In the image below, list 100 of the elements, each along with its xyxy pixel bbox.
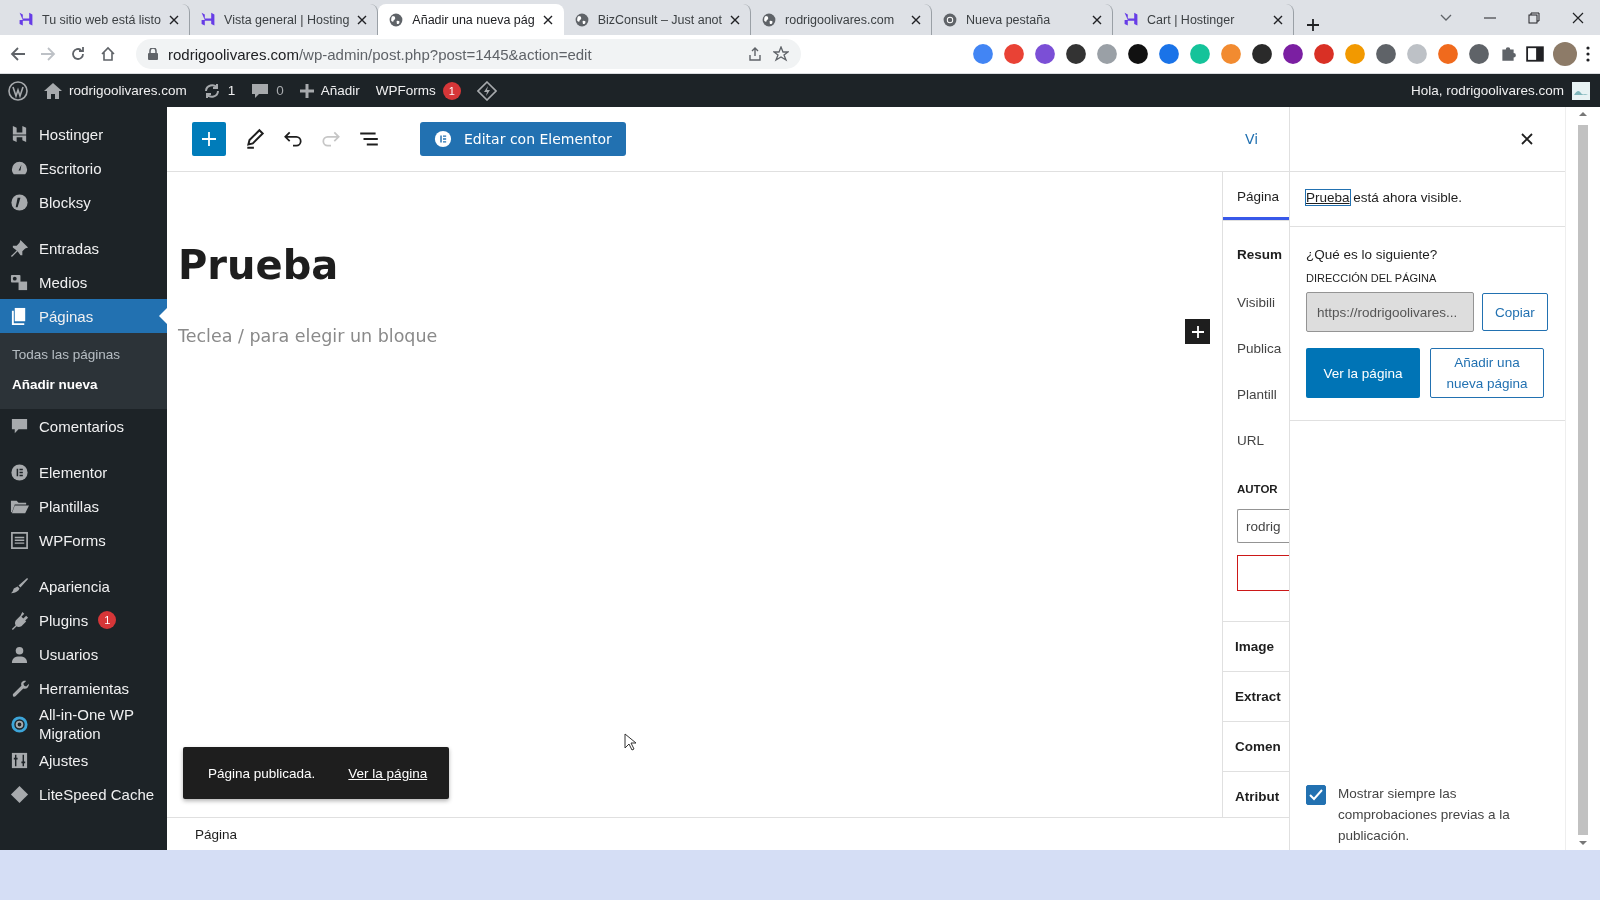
sidebar-item[interactable]: Entradas — [0, 231, 167, 265]
new-content-link[interactable]: Añadir — [320, 83, 360, 98]
add-block-button[interactable] — [1185, 319, 1210, 344]
extension-icon[interactable] — [1282, 43, 1304, 65]
view-page-button[interactable]: Ver la página — [1306, 348, 1420, 398]
diamond-icon — [10, 784, 29, 804]
close-icon[interactable] — [1572, 11, 1584, 24]
avatar-icon[interactable] — [1572, 81, 1590, 100]
copy-button[interactable]: Copiar — [1482, 293, 1548, 331]
close-icon[interactable] — [1092, 14, 1103, 25]
view-page-link[interactable]: Ver la página — [348, 765, 428, 781]
sidebar-item[interactable]: Herramientas — [0, 671, 167, 705]
menu-label: Elementor — [39, 462, 108, 482]
author-field[interactable]: rodrig — [1237, 509, 1289, 543]
diamond-icon[interactable] — [476, 80, 497, 101]
close-icon[interactable] — [911, 14, 922, 25]
menu-label: Hostinger — [39, 124, 104, 144]
submenu-item[interactable]: Todas las páginas — [0, 339, 167, 369]
sidebar-item[interactable]: Hostinger — [0, 117, 167, 151]
profile-avatar-icon[interactable] — [1553, 42, 1577, 66]
refresh-icon[interactable] — [202, 81, 221, 100]
sidebar-item[interactable]: Elementor — [0, 455, 167, 489]
chrome-logo-icon — [942, 11, 959, 28]
new-tab-icon[interactable] — [1306, 18, 1321, 32]
checkbox[interactable] — [1306, 785, 1326, 805]
page-title-link[interactable]: Prueba — [1306, 190, 1350, 205]
sidebar-item[interactable]: All-in-One WP Migration — [0, 705, 167, 743]
more-menu-icon[interactable] — [1586, 46, 1590, 62]
home-icon[interactable] — [44, 82, 62, 99]
address-field[interactable]: https://rodrigoolivares... — [1306, 292, 1474, 332]
close-icon[interactable] — [357, 14, 368, 25]
sidebar-item[interactable]: Apariencia — [0, 569, 167, 603]
sidebar-item[interactable]: Ajustes — [0, 743, 167, 777]
lock-icon — [148, 48, 158, 60]
sidebar-item[interactable]: LiteSpeed Cache — [0, 777, 167, 811]
close-icon — [1521, 133, 1533, 145]
sidebar-item[interactable]: Plantillas — [0, 489, 167, 523]
extension-icon[interactable] — [1468, 43, 1490, 65]
menu-label: Plantillas — [39, 496, 100, 516]
menu-label: Escritorio — [39, 158, 102, 178]
elementor-button[interactable]: Editar con Elementor — [420, 122, 626, 156]
sidebar-item[interactable]: Escritorio — [0, 151, 167, 185]
error-field[interactable] — [1237, 555, 1289, 591]
extension-icon[interactable] — [1065, 43, 1087, 65]
close-icon[interactable] — [169, 14, 180, 25]
star-icon[interactable] — [773, 46, 789, 62]
sidebar-item[interactable]: Blocksy — [0, 185, 167, 219]
circle-logo-icon — [10, 192, 29, 212]
plus-icon[interactable] — [299, 83, 314, 98]
comments-count[interactable]: 0 — [276, 83, 284, 98]
panel-toggle[interactable]: Comen — [1223, 722, 1289, 772]
block-placeholder[interactable]: Teclea / para elegir un bloque — [178, 326, 1222, 346]
checkmark-icon — [1309, 789, 1323, 801]
settings-tab[interactable]: Página — [1223, 172, 1289, 221]
panel-toggle[interactable]: Image — [1223, 621, 1289, 672]
minimize-icon[interactable] — [1484, 16, 1496, 19]
extension-icon[interactable] — [1375, 43, 1397, 65]
panel-heading[interactable]: Resum — [1223, 221, 1289, 269]
sidebar-item[interactable]: WPForms — [0, 523, 167, 557]
notification-badge: 1 — [442, 81, 461, 100]
extension-icon[interactable] — [1127, 43, 1149, 65]
close-icon[interactable] — [1273, 14, 1284, 25]
extension-icon[interactable] — [1251, 43, 1273, 65]
browser-tab[interactable]: Añadir una nueva pág — [378, 4, 564, 35]
wordpress-logo-icon[interactable] — [8, 80, 28, 101]
menu-label: LiteSpeed Cache — [39, 784, 155, 804]
page-title[interactable]: Prueba — [178, 242, 1222, 288]
sidebar-item[interactable]: Medios — [0, 265, 167, 299]
reload-icon[interactable] — [70, 46, 86, 62]
elementor-logo-icon — [434, 130, 452, 148]
snackbar-message: Página publicada. — [208, 765, 316, 781]
wpforms-link[interactable]: WPForms — [375, 83, 436, 98]
checkbox-label: Mostrar siempre las comprobaciones previas a la publicación. — [1338, 785, 1511, 845]
home-icon[interactable] — [100, 46, 116, 62]
speech-bubble-icon[interactable] — [251, 81, 270, 100]
share-icon[interactable] — [747, 46, 763, 62]
address-bar[interactable]: rodrigoolivares.com/wp-admin/post.php?post=1445&action=edit — [136, 39, 801, 69]
restore-icon[interactable] — [1528, 11, 1540, 24]
add-new-page-button[interactable]: Añadir una nueva página — [1430, 348, 1544, 398]
view-link[interactable]: Vi — [1231, 131, 1289, 147]
sidebar-item[interactable]: Plugins 1 — [0, 603, 167, 637]
panel-toggle[interactable]: Atribut — [1223, 772, 1289, 817]
submenu-item[interactable]: Añadir nueva — [0, 369, 167, 399]
back-arrow-icon[interactable] — [10, 46, 26, 62]
updates-count[interactable]: 1 — [227, 83, 236, 98]
greeting-link[interactable]: Hola, rodrigoolivares.com — [1410, 83, 1564, 98]
side-panel-icon[interactable] — [1526, 45, 1544, 63]
sidebar-item[interactable]: Usuarios — [0, 637, 167, 671]
setting-label: Publica — [1236, 340, 1283, 358]
sidebar-item[interactable]: Comentarios — [0, 409, 167, 443]
close-icon[interactable] — [730, 14, 741, 25]
media-icon — [10, 272, 29, 292]
site-name-link[interactable]: rodrigoolivares.com — [69, 83, 187, 98]
panel-toggle[interactable]: Extract — [1223, 672, 1289, 722]
close-icon[interactable] — [542, 14, 553, 25]
menu-label: Ajustes — [39, 750, 89, 770]
menu-label: WPForms — [39, 530, 106, 550]
puzzle-icon[interactable] — [1499, 45, 1517, 63]
sidebar-item[interactable]: Páginas — [0, 299, 167, 333]
chevron-down-icon[interactable] — [1440, 13, 1452, 22]
